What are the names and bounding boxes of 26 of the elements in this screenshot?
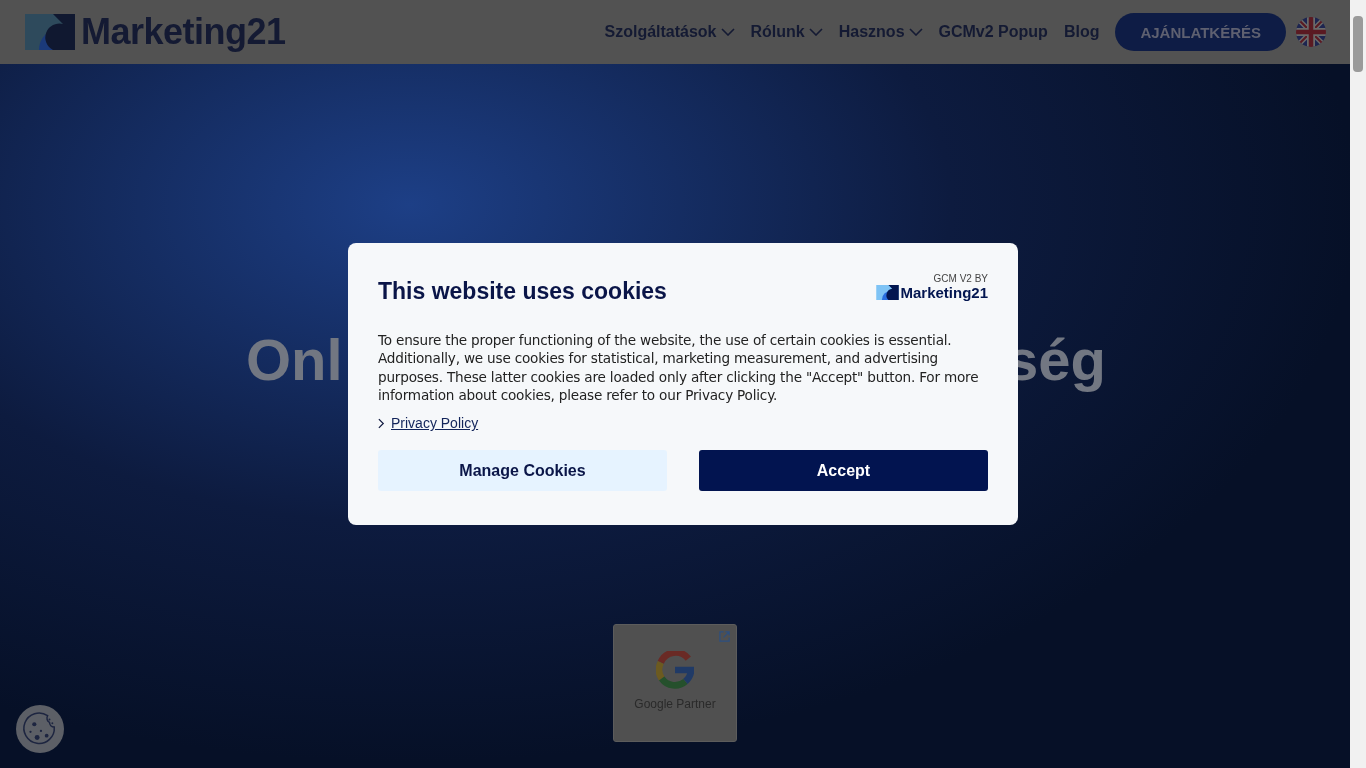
nav-link[interactable]: Blog [1063, 23, 1100, 41]
hero-heading: Onl [246, 326, 343, 393]
dialog-text: To ensure the proper functioning of the website, the use of certain cookies is essential. Additionally, we use cookies for statistical, marketing measurement, and advertising purposes. These latter cookies are loaded only after clicking the "Accept" button. For more information about cookies, please refer to our Privacy Policy. [378, 331, 980, 405]
nav-link[interactable]: Rólunk [750, 23, 823, 41]
cookie-settings-button[interactable] [16, 705, 64, 753]
quote-request-button[interactable]: AJÁNLATKÉRÉS [1115, 13, 1286, 51]
g-logo-icon [656, 651, 694, 689]
nav-link[interactable]: Hasznos [838, 23, 923, 41]
accept-button[interactable]: Accept [699, 450, 988, 492]
uk-flag-icon[interactable] [1296, 17, 1326, 47]
logo-icon [25, 14, 75, 50]
chevron-right-icon [378, 417, 385, 429]
chevron-down-icon [720, 28, 735, 36]
privacy-policy-link[interactable]: Privacy Policy [391, 415, 479, 432]
external-link-icon [719, 631, 730, 642]
nav-link[interactable]: GCMv2 Popup [938, 23, 1048, 41]
brand-name: Marketing21 [900, 284, 988, 301]
nav-link[interactable]: Szolgáltatások [604, 23, 735, 41]
dialog-title: This website uses cookies [378, 278, 667, 305]
chevron-down-icon [908, 28, 923, 36]
logo-text[interactable]: Marketing21 [81, 11, 286, 53]
chevron-down-icon [808, 28, 823, 36]
logo-icon [876, 285, 900, 300]
brand-caption: GCM V2 BY [933, 273, 988, 284]
manage-cookies-button[interactable]: Manage Cookies [378, 450, 667, 492]
scrollbar[interactable] [1350, 0, 1366, 768]
